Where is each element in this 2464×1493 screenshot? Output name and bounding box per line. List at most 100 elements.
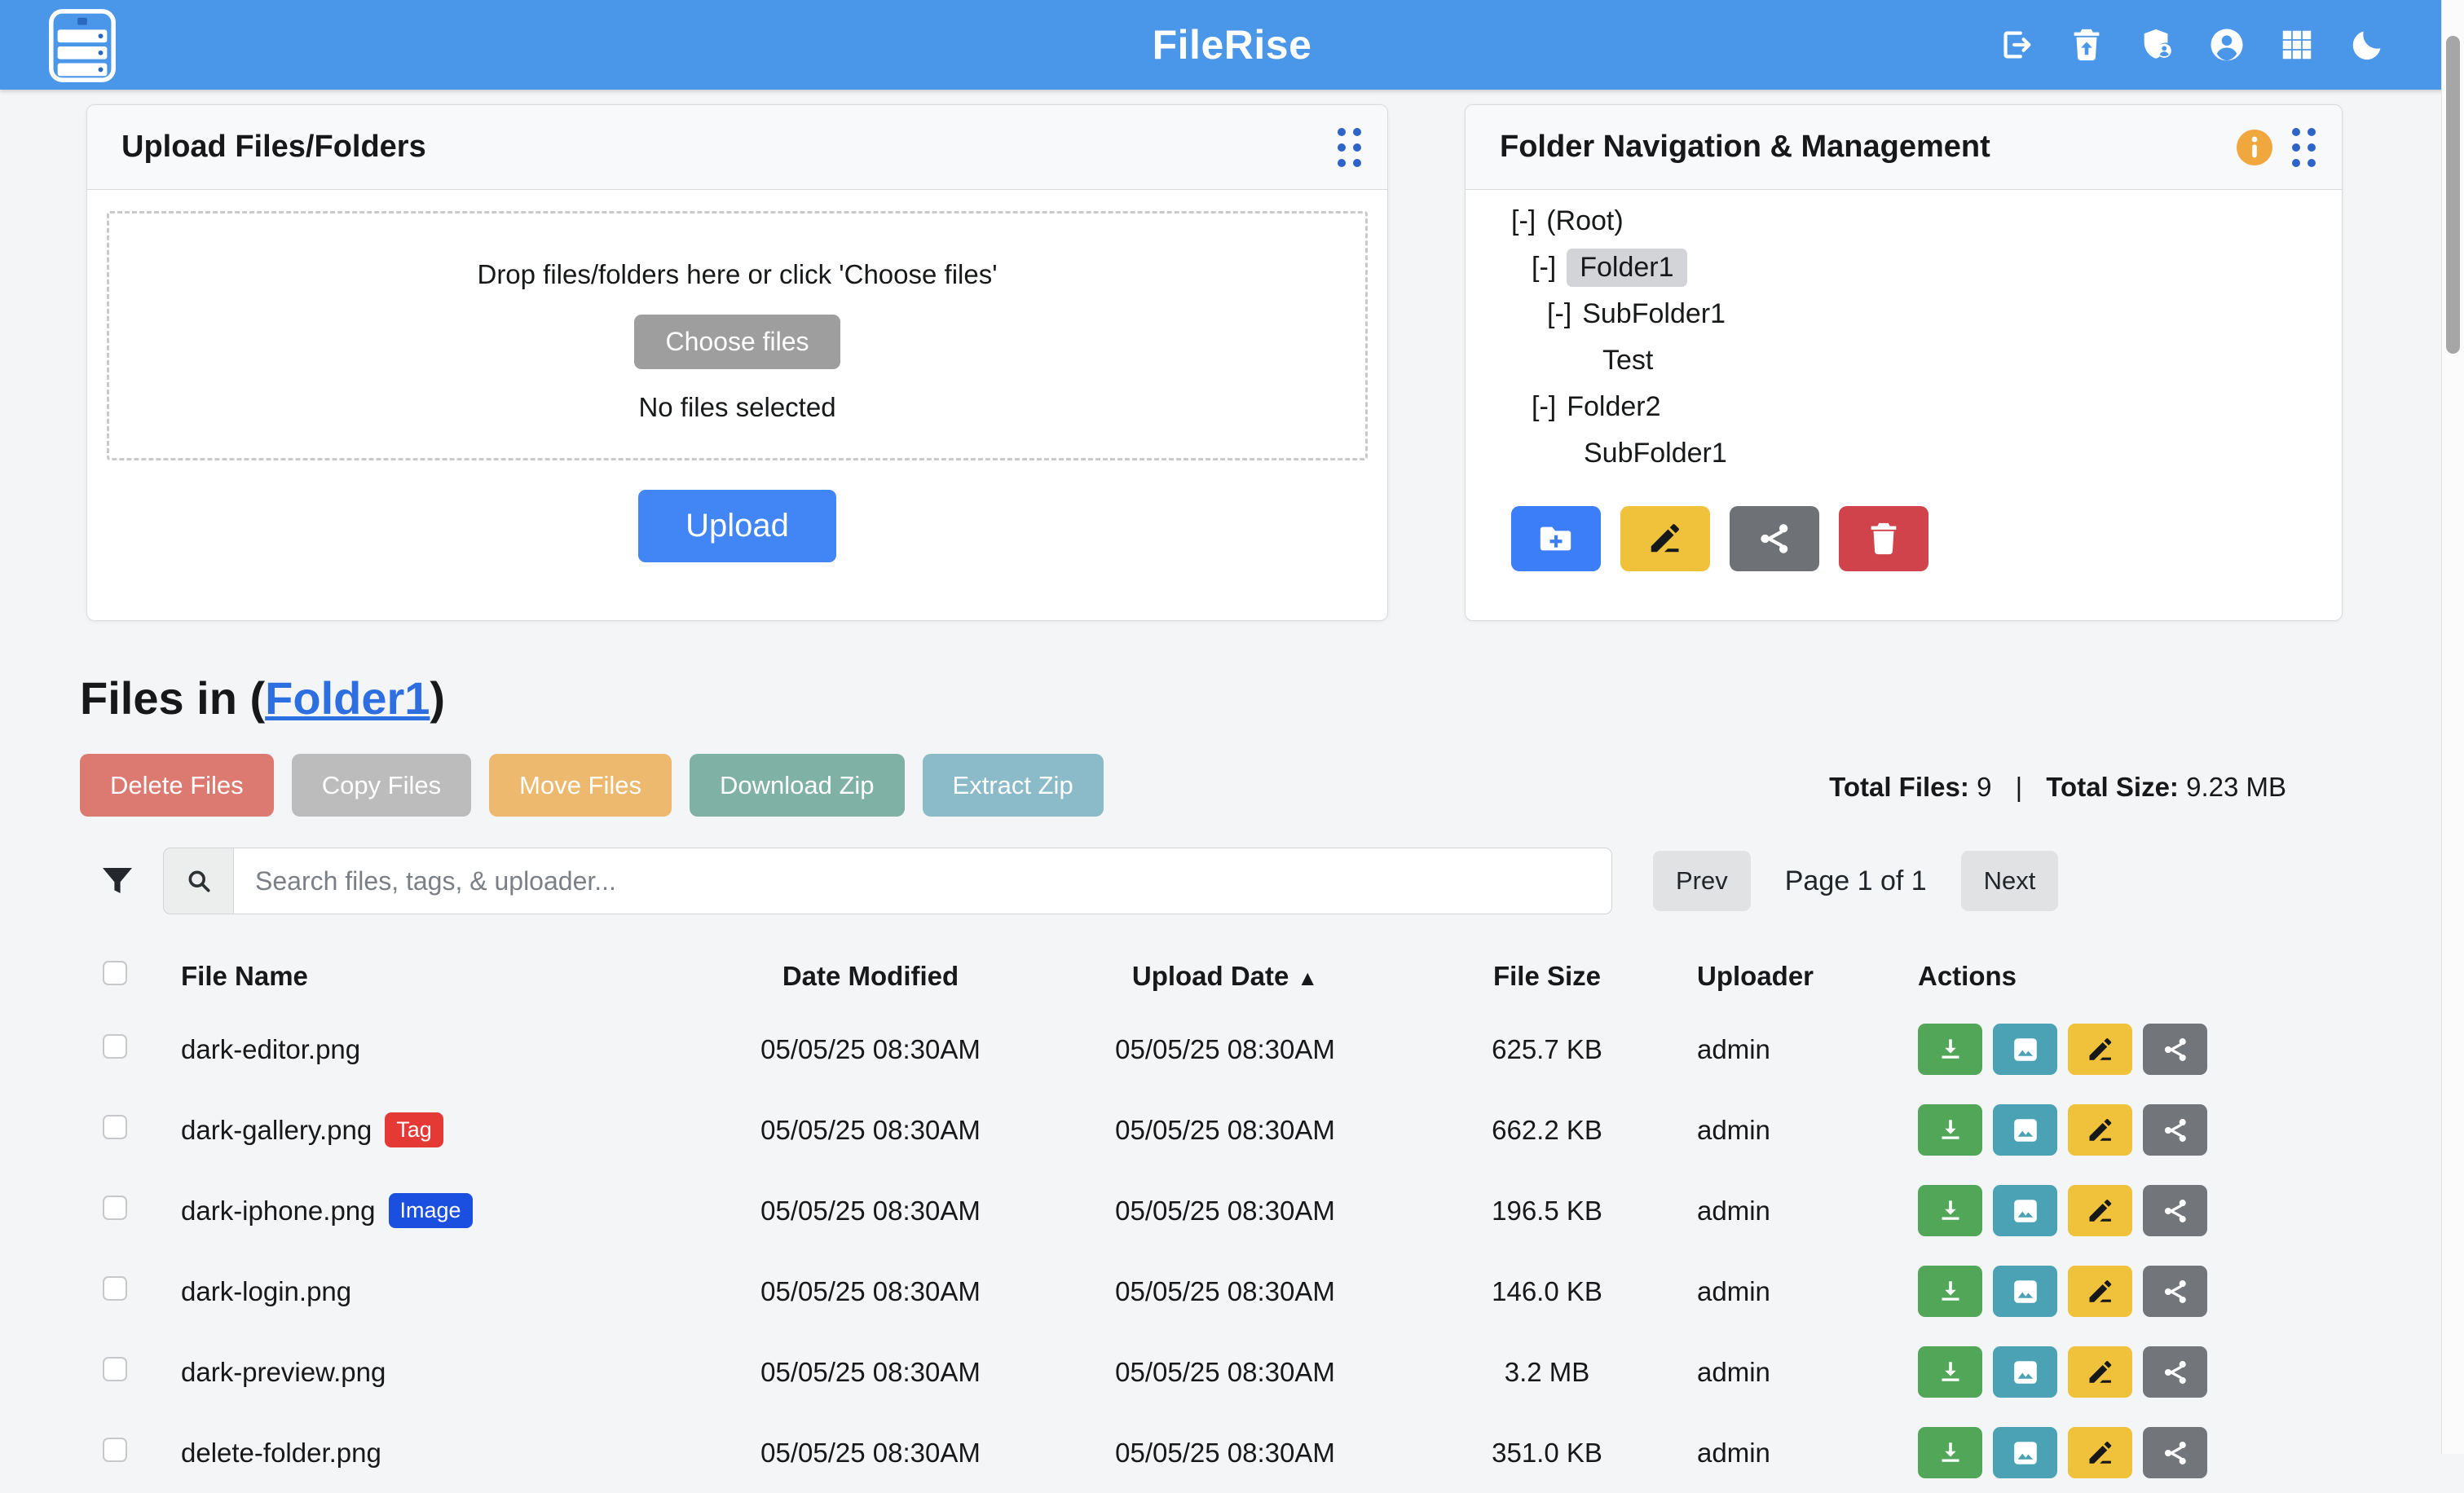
row-checkbox[interactable] <box>103 1034 127 1059</box>
current-folder-link[interactable]: Folder1 <box>265 672 430 724</box>
tree-item-root[interactable]: [-] (Root) <box>1511 198 2342 244</box>
row-checkbox[interactable] <box>103 1196 127 1220</box>
files-heading: Files in (Folder1) <box>80 672 445 724</box>
preview-image-button[interactable] <box>1993 1346 2057 1398</box>
page-scrollbar[interactable] <box>2441 0 2464 1454</box>
row-checkbox[interactable] <box>103 1115 127 1139</box>
share-file-button[interactable] <box>2143 1346 2207 1398</box>
trash-icon <box>1865 520 1902 557</box>
copy-files-button[interactable]: Copy Files <box>292 754 471 817</box>
rename-folder-button[interactable] <box>1620 506 1710 571</box>
delete-folder-button[interactable] <box>1839 506 1928 571</box>
extract-zip-button[interactable]: Extract Zip <box>923 754 1104 817</box>
pencil-icon <box>2086 1035 2115 1064</box>
share-file-button[interactable] <box>2143 1104 2207 1156</box>
image-icon <box>2011 1358 2040 1387</box>
uploader: admin <box>1677 1115 1893 1146</box>
header-upload-date[interactable]: Upload Date▲ <box>1034 961 1417 992</box>
preview-image-button[interactable] <box>1993 1024 2057 1075</box>
rename-file-button[interactable] <box>2068 1346 2132 1398</box>
collapse-marker[interactable]: [-] <box>1547 298 1571 330</box>
row-checkbox[interactable] <box>103 1438 127 1462</box>
download-file-button[interactable] <box>1918 1346 1982 1398</box>
create-folder-button[interactable] <box>1511 506 1601 571</box>
upload-card-body: Drop files/folders here or click 'Choose… <box>87 190 1387 562</box>
drag-handle-icon[interactable] <box>1338 128 1361 167</box>
rename-file-button[interactable] <box>2068 1185 2132 1236</box>
folder-action-buttons <box>1511 506 2342 571</box>
choose-files-button[interactable]: Choose files <box>634 315 840 369</box>
table-row: dark-login.png 05/05/25 08:30AM 05/05/25… <box>80 1251 2427 1332</box>
folder-help-button[interactable] <box>2235 128 2274 167</box>
collapse-marker[interactable]: [-] <box>1532 391 1556 423</box>
image-icon <box>2011 1035 2040 1064</box>
download-icon <box>1936 1196 1965 1226</box>
preview-image-button[interactable] <box>1993 1185 2057 1236</box>
tree-item-subfolder1[interactable]: [-] SubFolder1 <box>1511 291 2342 337</box>
restore-deleted-files-button[interactable] <box>2068 26 2105 64</box>
header-file-size[interactable]: File Size <box>1417 961 1677 992</box>
header-file-name[interactable]: File Name <box>153 961 707 992</box>
download-file-button[interactable] <box>1918 1185 1982 1236</box>
admin-settings-button[interactable] <box>2138 26 2175 64</box>
dropzone-text: Drop files/folders here or click 'Choose… <box>109 259 1365 290</box>
next-page-button[interactable]: Next <box>1961 851 2059 911</box>
tree-item-folder1[interactable]: [-] Folder1 <box>1511 244 2342 291</box>
file-size: 146.0 KB <box>1417 1276 1677 1307</box>
dark-mode-toggle-button[interactable] <box>2348 26 2386 64</box>
drag-handle-icon[interactable] <box>2292 128 2316 167</box>
tree-item-test[interactable]: Test <box>1511 337 2342 384</box>
tree-item-subfolder1-2[interactable]: SubFolder1 <box>1511 430 2342 477</box>
upload-button[interactable]: Upload <box>638 490 836 562</box>
user-profile-button[interactable] <box>2208 26 2246 64</box>
uploader: admin <box>1677 1438 1893 1469</box>
download-zip-button[interactable]: Download Zip <box>690 754 905 817</box>
rename-file-button[interactable] <box>2068 1104 2132 1156</box>
upload-date: 05/05/25 08:30AM <box>1034 1357 1417 1388</box>
collapse-marker[interactable]: [-] <box>1511 205 1536 237</box>
download-icon <box>1936 1358 1965 1387</box>
preview-image-button[interactable] <box>1993 1104 2057 1156</box>
share-folder-button[interactable] <box>1730 506 1819 571</box>
selected-folder[interactable]: Folder1 <box>1567 249 1686 287</box>
date-modified: 05/05/25 08:30AM <box>707 1115 1034 1146</box>
search-prefix <box>163 848 233 914</box>
row-checkbox[interactable] <box>103 1276 127 1301</box>
page-indicator: Page 1 of 1 <box>1785 865 1927 897</box>
folder-plus-icon <box>1537 520 1575 557</box>
tree-item-folder2[interactable]: [-] Folder2 <box>1511 384 2342 430</box>
download-file-button[interactable] <box>1918 1104 1982 1156</box>
move-files-button[interactable]: Move Files <box>489 754 672 817</box>
delete-files-button[interactable]: Delete Files <box>80 754 274 817</box>
file-name: dark-gallery.png <box>181 1115 372 1145</box>
rename-file-button[interactable] <box>2068 1427 2132 1478</box>
logout-button[interactable] <box>1998 26 2035 64</box>
grid-view-button[interactable] <box>2278 26 2316 64</box>
collapse-marker[interactable]: [-] <box>1532 252 1556 284</box>
file-dropzone[interactable]: Drop files/folders here or click 'Choose… <box>107 211 1368 460</box>
image-icon <box>2011 1116 2040 1145</box>
download-file-button[interactable] <box>1918 1024 1982 1075</box>
row-checkbox[interactable] <box>103 1357 127 1381</box>
share-file-button[interactable] <box>2143 1185 2207 1236</box>
header-date-modified[interactable]: Date Modified <box>707 961 1034 992</box>
download-file-button[interactable] <box>1918 1266 1982 1317</box>
search-input[interactable] <box>233 848 1612 914</box>
share-file-button[interactable] <box>2143 1266 2207 1317</box>
trash-restore-icon <box>2068 26 2105 64</box>
share-file-button[interactable] <box>2143 1024 2207 1075</box>
upload-date: 05/05/25 08:30AM <box>1034 1115 1417 1146</box>
prev-page-button[interactable]: Prev <box>1653 851 1751 911</box>
select-all-checkbox[interactable] <box>103 961 127 985</box>
share-file-button[interactable] <box>2143 1427 2207 1478</box>
header-uploader[interactable]: Uploader <box>1677 961 1893 992</box>
scrollbar-thumb[interactable] <box>2446 36 2460 354</box>
preview-image-button[interactable] <box>1993 1266 2057 1317</box>
rename-file-button[interactable] <box>2068 1266 2132 1317</box>
rename-file-button[interactable] <box>2068 1024 2132 1075</box>
total-files-label: Total Files: <box>1829 772 1969 802</box>
filter-button[interactable] <box>98 861 137 901</box>
preview-image-button[interactable] <box>1993 1427 2057 1478</box>
upload-card: Upload Files/Folders Drop files/folders … <box>86 104 1388 621</box>
download-file-button[interactable] <box>1918 1427 1982 1478</box>
